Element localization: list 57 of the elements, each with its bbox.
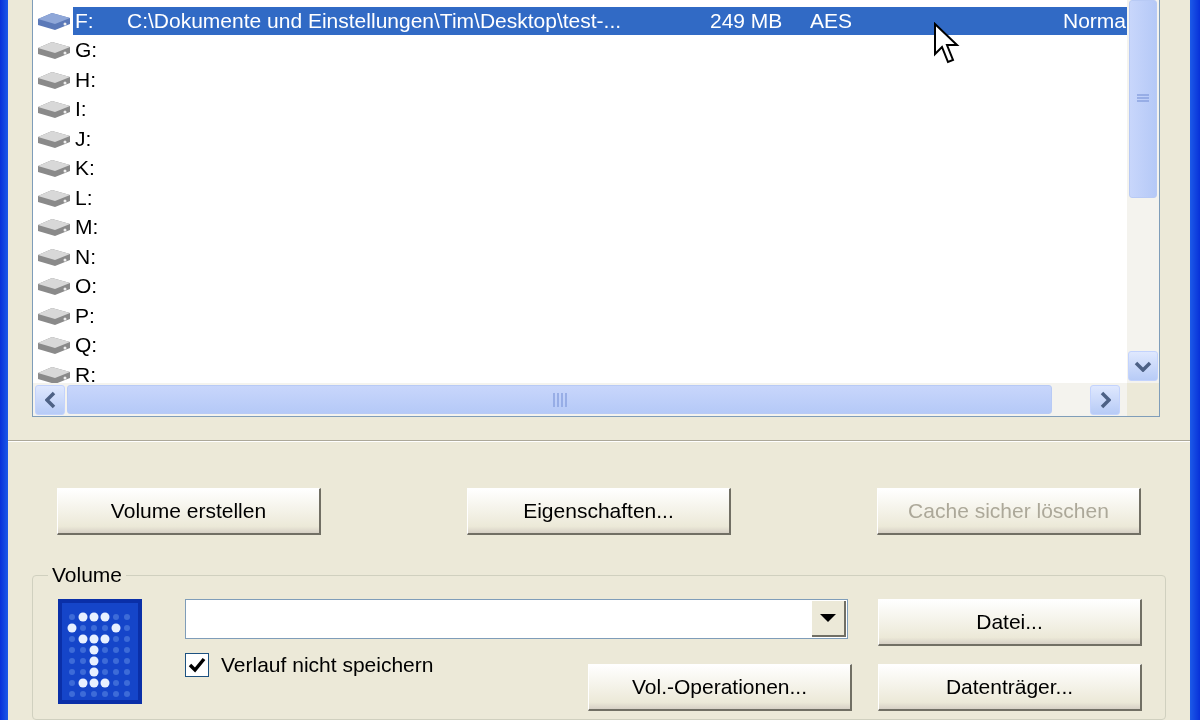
volume-operations-button[interactable]: Vol.-Operationen... — [588, 664, 852, 711]
drive-row[interactable]: L: — [73, 183, 1127, 212]
drive-row[interactable]: J: — [73, 124, 1127, 153]
drive-letter: Q: — [74, 333, 99, 358]
drive-letter: R: — [74, 362, 97, 383]
dropdown-arrow-icon — [820, 613, 836, 623]
drive-row[interactable]: R: — [73, 360, 1127, 383]
drive-letter: N: — [74, 244, 97, 269]
mouse-pointer-icon — [933, 22, 961, 66]
drive-letter: K: — [74, 156, 96, 181]
scrollbar-thumb[interactable] — [67, 385, 1052, 414]
drive-letter: M: — [74, 215, 100, 240]
drive-row[interactable]: Q: — [73, 331, 1127, 360]
drive-icon — [35, 157, 73, 180]
scrollbar-thumb[interactable] — [1129, 0, 1157, 198]
drive-letter: J: — [74, 126, 93, 151]
chevron-down-icon — [1134, 360, 1152, 372]
chevron-left-icon — [44, 390, 56, 409]
logo-icon — [58, 599, 142, 704]
drive-icon — [35, 275, 73, 298]
volume-size: 249 MB — [710, 8, 784, 33]
volume-type: Norma — [1063, 8, 1126, 33]
drive-icon — [35, 334, 73, 357]
drive-row[interactable]: M: — [73, 213, 1127, 242]
scrollbar-corner — [1127, 383, 1159, 416]
checkmark-icon — [188, 657, 206, 673]
drive-row[interactable]: H: — [73, 65, 1127, 94]
encryption-algorithm: AES — [810, 8, 854, 33]
drive-letter: O: — [74, 274, 99, 299]
drive-letter: F: — [74, 8, 95, 33]
scroll-down-button[interactable] — [1128, 351, 1158, 381]
scroll-left-button[interactable] — [35, 384, 65, 415]
drive-letter: H: — [74, 67, 97, 92]
drive-row[interactable]: I: — [73, 95, 1127, 124]
file-button[interactable]: Datei... — [878, 599, 1142, 646]
volume-path: C:\Dokumente und Einstellungen\Tim\Desktop\test-... — [127, 8, 623, 33]
action-button[interactable]: Eigenschaften... — [467, 488, 731, 535]
drive-row[interactable]: O: — [73, 272, 1127, 301]
drive-row[interactable]: P: — [73, 301, 1127, 330]
drive-letter: G: — [74, 38, 99, 63]
drive-letter: L: — [74, 185, 94, 210]
chevron-right-icon — [1099, 390, 1111, 409]
drive-icon — [35, 216, 73, 239]
drive-row[interactable]: K: — [73, 154, 1127, 183]
drive-icon — [35, 98, 73, 121]
drive-row[interactable]: N: — [73, 242, 1127, 271]
group-title: Volume — [51, 563, 124, 587]
drive-row[interactable]: G: — [73, 36, 1127, 65]
drive-letter: P: — [74, 303, 96, 328]
scroll-right-button[interactable] — [1090, 384, 1120, 415]
device-button[interactable]: Datenträger... — [878, 664, 1142, 711]
drive-icon — [35, 39, 73, 62]
history-checkbox[interactable]: Verlauf nicht speichern — [185, 651, 434, 681]
volume-path-field[interactable] — [185, 599, 848, 639]
drive-row[interactable]: F: C:\Dokumente und Einstellungen\Tim\Desktop\test-... 249 MB AES Norma — [73, 6, 1127, 35]
action-button[interactable]: Volume erstellen — [57, 488, 321, 535]
drive-letter: I: — [74, 97, 88, 122]
